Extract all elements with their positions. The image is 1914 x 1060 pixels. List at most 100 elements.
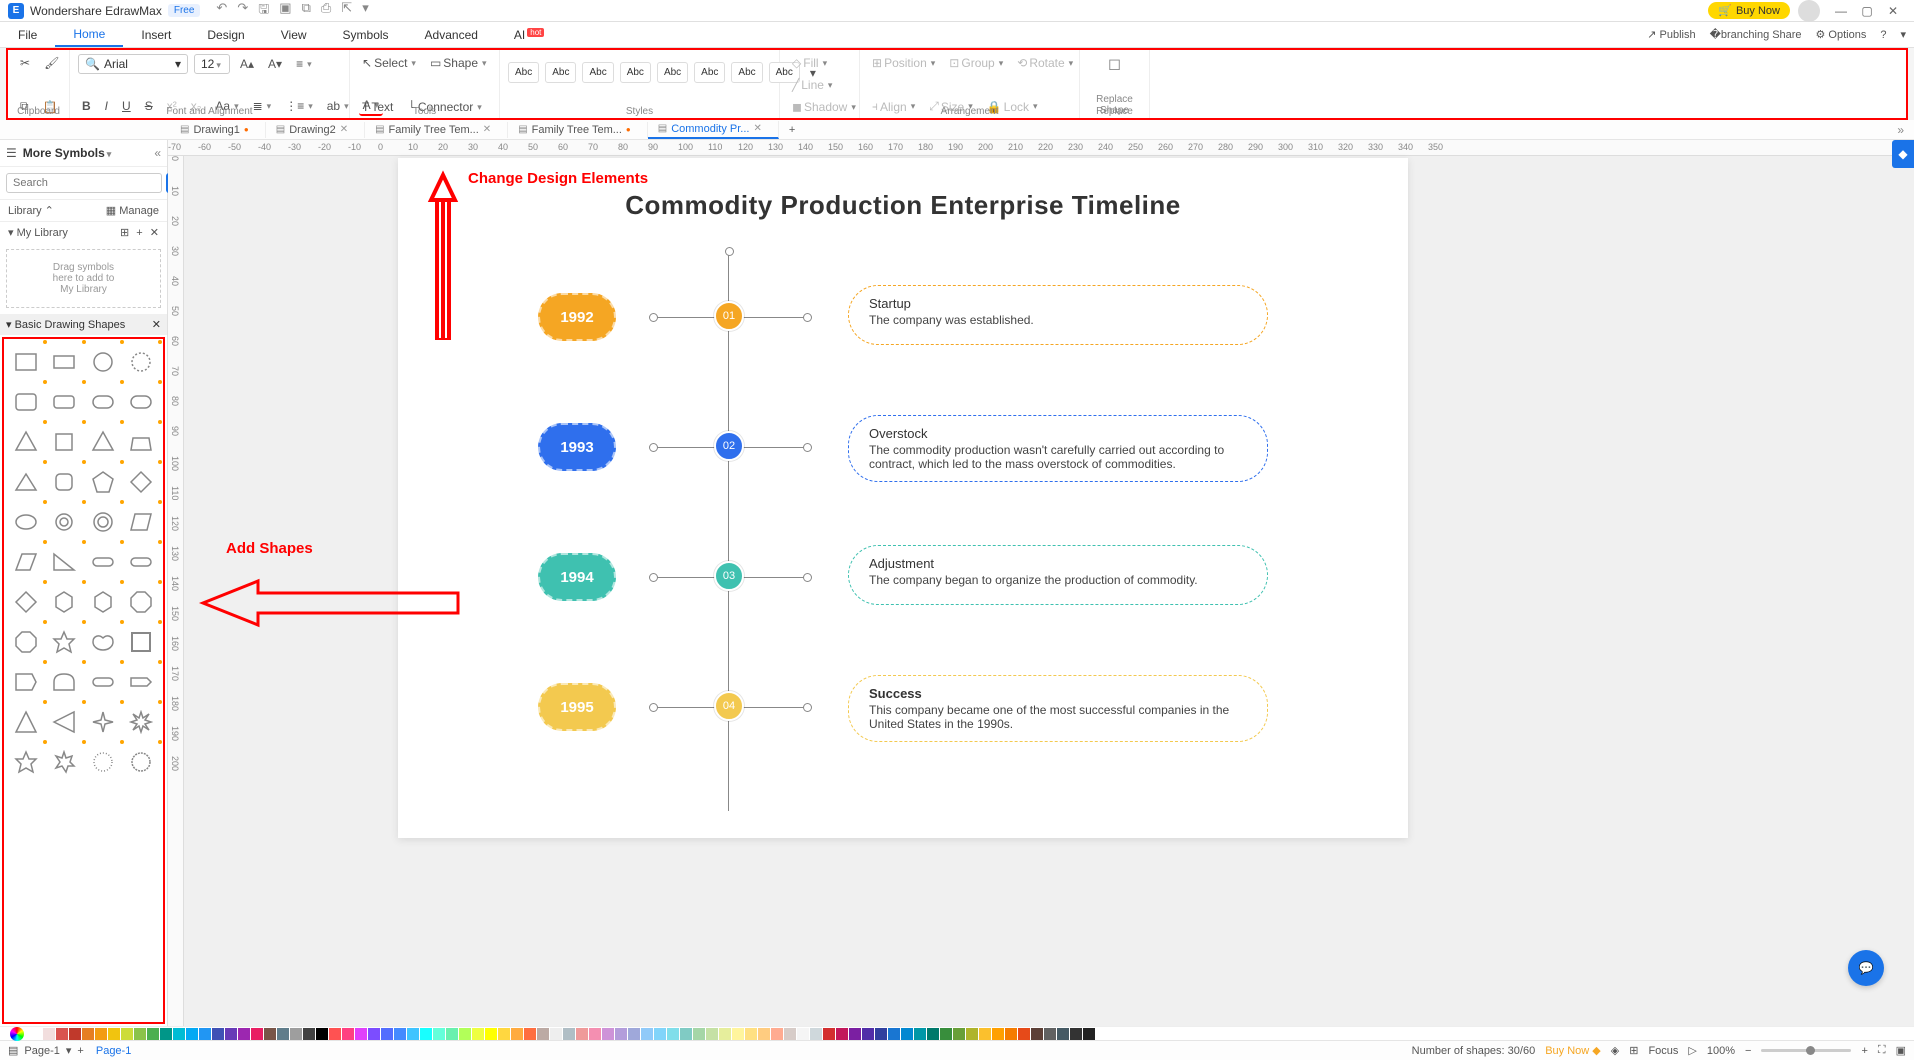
color-swatch[interactable] xyxy=(550,1028,562,1040)
shape-item[interactable] xyxy=(46,343,82,381)
redo-icon[interactable]: ↷ xyxy=(237,0,248,22)
shape-item[interactable] xyxy=(85,463,121,501)
my-library-dropzone[interactable]: Drag symbols here to add to My Library xyxy=(6,249,161,308)
shape-item[interactable] xyxy=(85,543,121,581)
menu-home[interactable]: Home xyxy=(55,23,123,47)
collapse-right-icon[interactable]: » xyxy=(1897,123,1914,137)
color-swatch[interactable] xyxy=(381,1028,393,1040)
color-swatch[interactable] xyxy=(979,1028,991,1040)
color-swatch[interactable] xyxy=(901,1028,913,1040)
shape-item[interactable] xyxy=(8,583,44,621)
timeline-year-badge[interactable]: 1994 xyxy=(538,553,616,601)
menu-insert[interactable]: Insert xyxy=(123,24,189,46)
style-preset[interactable]: Abc xyxy=(731,62,762,83)
collapse-sidebar-icon[interactable]: « xyxy=(154,146,161,160)
tab-close-icon[interactable]: ✕ xyxy=(753,123,761,134)
color-swatch[interactable] xyxy=(43,1028,55,1040)
shape-item[interactable] xyxy=(123,663,159,701)
menu-symbols[interactable]: Symbols xyxy=(325,24,407,46)
import-icon[interactable]: ⊞ xyxy=(120,227,129,239)
color-swatch[interactable] xyxy=(680,1028,692,1040)
drawing-page[interactable]: Commodity Production Enterprise Timeline… xyxy=(398,158,1408,838)
line-button[interactable]: ╱ Line xyxy=(788,76,836,94)
shape-item[interactable] xyxy=(85,663,121,701)
shape-item[interactable] xyxy=(85,423,121,461)
color-swatch[interactable] xyxy=(1083,1028,1095,1040)
color-swatch[interactable] xyxy=(823,1028,835,1040)
color-swatch[interactable] xyxy=(212,1028,224,1040)
shape-item[interactable] xyxy=(85,583,121,621)
shape-item[interactable] xyxy=(123,703,159,741)
timeline-year-badge[interactable]: 1995 xyxy=(538,683,616,731)
timeline-item[interactable]: 199504SuccessThis company became one of … xyxy=(398,671,1408,761)
export-icon[interactable]: ⇱ xyxy=(341,0,352,22)
page-tab[interactable]: Page-1 xyxy=(84,1043,143,1059)
shape-item[interactable] xyxy=(46,423,82,461)
minimize-button[interactable]: — xyxy=(1832,4,1850,18)
color-swatch[interactable] xyxy=(1005,1028,1017,1040)
shape-item[interactable] xyxy=(46,583,82,621)
color-swatch[interactable] xyxy=(927,1028,939,1040)
zoom-out-button[interactable]: − xyxy=(1745,1045,1751,1057)
text-align-icon[interactable]: ≡ xyxy=(292,55,316,73)
tab-close-icon[interactable]: ✕ xyxy=(340,124,348,135)
shape-item[interactable] xyxy=(8,743,44,781)
color-swatch[interactable] xyxy=(420,1028,432,1040)
doc-tab[interactable]: ▤Drawing1● xyxy=(170,122,266,138)
color-swatch[interactable] xyxy=(329,1028,341,1040)
style-preset[interactable]: Abc xyxy=(694,62,725,83)
help-chat-button[interactable]: 💬 xyxy=(1848,950,1884,986)
saveall-icon[interactable]: ⧉ xyxy=(302,0,311,22)
color-swatch[interactable] xyxy=(173,1028,185,1040)
color-swatch[interactable] xyxy=(745,1028,757,1040)
close-button[interactable]: ✕ xyxy=(1884,4,1902,18)
buy-now-button[interactable]: 🛒Buy Now xyxy=(1708,2,1790,19)
color-swatch[interactable] xyxy=(108,1028,120,1040)
color-swatch[interactable] xyxy=(706,1028,718,1040)
color-swatch[interactable] xyxy=(459,1028,471,1040)
color-picker-icon[interactable] xyxy=(10,1027,24,1041)
menu-view[interactable]: View xyxy=(263,24,325,46)
canvas-area[interactable]: -70-60-50-40-30-20-100102030405060708090… xyxy=(168,140,1914,1026)
shape-item[interactable] xyxy=(46,623,82,661)
right-panel-toggle[interactable]: ◆ xyxy=(1892,140,1914,168)
shape-item[interactable] xyxy=(46,743,82,781)
color-swatch[interactable] xyxy=(758,1028,770,1040)
zoom-slider[interactable] xyxy=(1761,1049,1851,1052)
open-icon[interactable]: ▣ xyxy=(279,0,291,22)
options-button[interactable]: ⚙ Options xyxy=(1816,28,1867,41)
color-swatch[interactable] xyxy=(238,1028,250,1040)
color-swatch[interactable] xyxy=(407,1028,419,1040)
color-swatch[interactable] xyxy=(225,1028,237,1040)
color-swatch[interactable] xyxy=(992,1028,1004,1040)
color-swatch[interactable] xyxy=(784,1028,796,1040)
shape-item[interactable] xyxy=(8,383,44,421)
color-swatch[interactable] xyxy=(485,1028,497,1040)
color-swatch[interactable] xyxy=(199,1028,211,1040)
shape-item[interactable] xyxy=(85,623,121,661)
color-swatch[interactable] xyxy=(641,1028,653,1040)
format-painter-icon[interactable]: 🖌 xyxy=(40,54,63,72)
user-avatar[interactable] xyxy=(1798,0,1820,22)
doc-tab[interactable]: ▤Commodity Pr...✕ xyxy=(648,121,779,139)
shape-item[interactable] xyxy=(46,463,82,501)
color-swatch[interactable] xyxy=(563,1028,575,1040)
color-swatch[interactable] xyxy=(940,1028,952,1040)
color-swatch[interactable] xyxy=(251,1028,263,1040)
timeline-card[interactable]: SuccessThis company became one of the mo… xyxy=(848,675,1268,742)
basic-shapes-header[interactable]: ▾ Basic Drawing Shapes xyxy=(6,318,125,331)
shape-item[interactable] xyxy=(8,703,44,741)
shape-item[interactable] xyxy=(46,703,82,741)
color-swatch[interactable] xyxy=(875,1028,887,1040)
hamburger-icon[interactable]: ☰ xyxy=(6,146,17,160)
timeline-card[interactable]: AdjustmentThe company began to organize … xyxy=(848,545,1268,605)
color-swatch[interactable] xyxy=(355,1028,367,1040)
color-swatch[interactable] xyxy=(1018,1028,1030,1040)
menu-ai[interactable]: AIhot xyxy=(496,24,562,46)
color-swatch[interactable] xyxy=(264,1028,276,1040)
select-tool[interactable]: ↖ Select xyxy=(358,54,420,72)
shape-item[interactable] xyxy=(8,543,44,581)
color-swatch[interactable] xyxy=(524,1028,536,1040)
menu-collapse-icon[interactable]: ▾ xyxy=(1900,28,1906,41)
color-swatch[interactable] xyxy=(914,1028,926,1040)
